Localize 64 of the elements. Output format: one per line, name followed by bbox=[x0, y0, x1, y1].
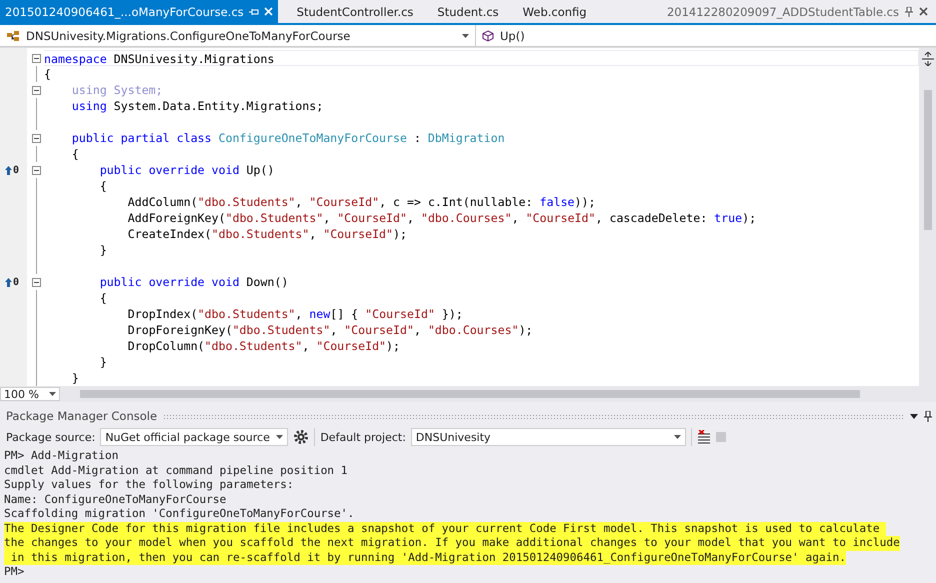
settings-icon[interactable] bbox=[293, 429, 310, 445]
code-line: using System; bbox=[70, 82, 164, 98]
vertical-scrollbar[interactable] bbox=[919, 48, 936, 386]
type-dropdown[interactable]: DNSUnivesity.Migrations.ConfigureOneToManyForCourse bbox=[0, 25, 476, 46]
close-icon[interactable] bbox=[919, 7, 928, 16]
default-project-dropdown[interactable]: DNSUnivesity bbox=[410, 428, 686, 446]
code-line: } bbox=[98, 354, 108, 370]
caret-icon[interactable] bbox=[49, 392, 56, 396]
reference-count[interactable]: 0 bbox=[13, 164, 20, 176]
code-editor[interactable] bbox=[0, 48, 919, 386]
collapse-icon[interactable] bbox=[32, 134, 41, 142]
console-line: cmdlet Add-Migration at command pipeline position 1 bbox=[4, 464, 348, 478]
collapse-icon[interactable] bbox=[32, 166, 41, 174]
console-line: PM> bbox=[4, 565, 24, 580]
code-line: public override void Down() bbox=[98, 274, 290, 290]
code-line: } bbox=[70, 370, 80, 386]
field-label: Default project: bbox=[320, 430, 406, 444]
pin-icon[interactable] bbox=[924, 410, 932, 422]
collapse-icon[interactable] bbox=[32, 278, 41, 286]
dropdown-icon[interactable] bbox=[910, 414, 918, 418]
caret-icon[interactable] bbox=[276, 435, 284, 439]
split-icon[interactable] bbox=[922, 52, 934, 66]
clear-console-icon[interactable] bbox=[696, 430, 711, 444]
console-line: Scaffolding migration 'ConfigureOneToManyForCourse'. bbox=[4, 507, 354, 522]
code-line: { bbox=[98, 178, 108, 194]
code-line: DropForeignKey("dbo.Students", "CourseId", "dbo.Courses"); bbox=[126, 322, 534, 338]
arrow-up-icon bbox=[5, 278, 12, 286]
caret-icon[interactable] bbox=[462, 34, 469, 38]
code-line: { bbox=[98, 290, 108, 306]
class-icon bbox=[6, 30, 20, 42]
console-line: Name: ConfigureOneToManyForCourse bbox=[4, 492, 226, 507]
pinned-icon[interactable] bbox=[904, 6, 914, 16]
panel-title: Package Manager Console bbox=[6, 409, 158, 423]
code-line: DropColumn("dbo.Students", "CourseId"); bbox=[126, 338, 402, 354]
code-line: { bbox=[70, 146, 80, 162]
caret-icon[interactable] bbox=[674, 435, 681, 439]
package-source-dropdown[interactable]: NuGet official package source bbox=[100, 428, 288, 446]
collapse-icon[interactable] bbox=[32, 86, 41, 94]
field-label: Package source: bbox=[6, 430, 96, 444]
collapse-icon[interactable] bbox=[32, 54, 41, 62]
file-tab[interactable]: Web.config bbox=[518, 0, 592, 23]
console-line: Supply values for the following parameters: bbox=[4, 478, 294, 492]
code-line: AddColumn("dbo.Students", "CourseId", c => c.Int(nullable: false)); bbox=[126, 194, 596, 210]
console-line: PM> Add-Migration bbox=[4, 449, 119, 464]
code-line: AddForeignKey("dbo.Students", "CourseId", "dbo.Courses", "CourseId", cascadeDelete: true); bbox=[126, 210, 758, 226]
cube-icon bbox=[482, 30, 494, 42]
file-tab[interactable]: Student.cs bbox=[432, 0, 504, 23]
code-line: DropIndex("dbo.Students", new[] { "CourseId" }); bbox=[126, 306, 464, 322]
scroll-thumb[interactable] bbox=[924, 90, 932, 230]
code-line: namespace DNSUnivesity.Migrations bbox=[44, 50, 919, 66]
zoom-dropdown[interactable]: 100 % bbox=[0, 387, 60, 401]
code-line: using System.Data.Entity.Migrations; bbox=[70, 98, 324, 114]
stop-icon bbox=[716, 432, 726, 442]
scroll-thumb[interactable] bbox=[80, 390, 860, 398]
code-line: public partial class ConfigureOneToManyForCourse : DbMigration bbox=[70, 130, 506, 146]
code-line: } bbox=[98, 242, 108, 258]
reference-count[interactable]: 0 bbox=[13, 276, 20, 288]
code-line: { bbox=[44, 66, 52, 82]
file-tab[interactable]: 201412280209097_ADDStudentTable.cs bbox=[662, 0, 936, 23]
code-line: CreateIndex("dbo.Students", "CourseId"); bbox=[126, 226, 408, 242]
arrow-up-icon bbox=[5, 166, 12, 174]
code-line: public override void Up() bbox=[98, 162, 276, 178]
member-dropdown[interactable]: Up() bbox=[476, 25, 531, 46]
file-tab[interactable]: StudentController.cs bbox=[292, 0, 418, 23]
